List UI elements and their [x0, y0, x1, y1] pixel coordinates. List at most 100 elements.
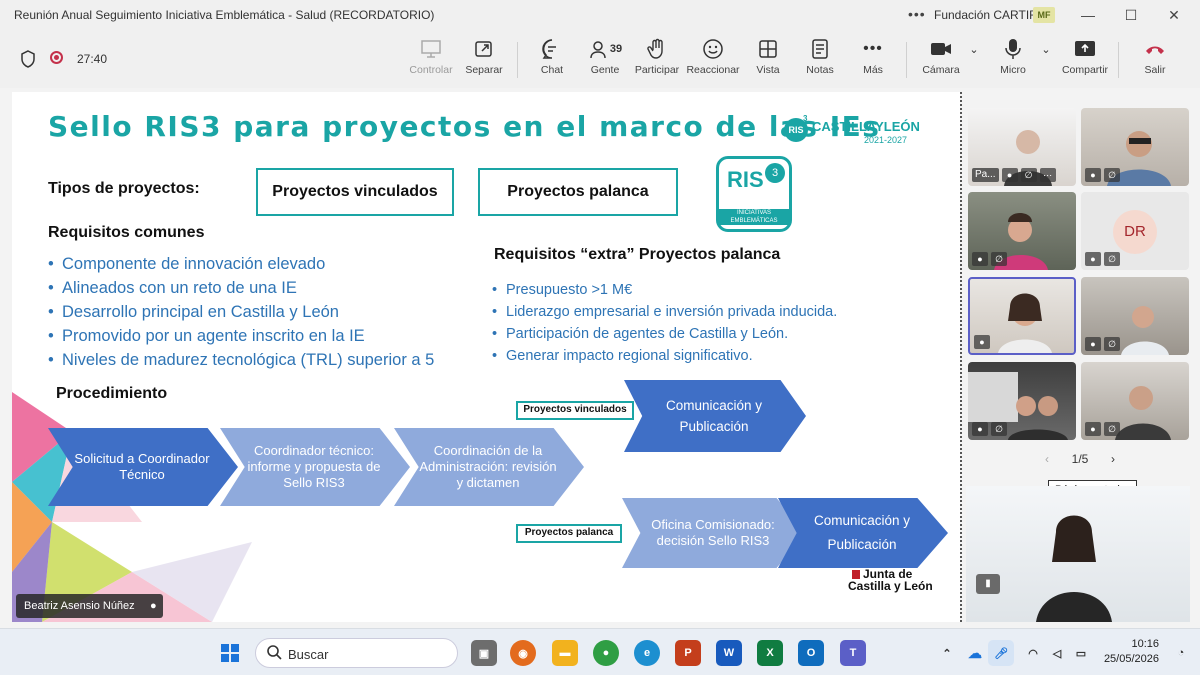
chat-button[interactable]: Chat	[523, 36, 581, 76]
common-requirements-list: Componente de innovación elevado Alinead…	[48, 252, 434, 372]
mic-off-icon: ∅	[1104, 337, 1120, 351]
participant-tile[interactable]: Pa... ● ∅ ⋯	[968, 108, 1076, 186]
participant-tile[interactable]: DR ● ∅	[1081, 192, 1189, 270]
close-icon[interactable]: ✕	[1162, 4, 1186, 26]
list-item: Alineados con un reto de una IE	[48, 276, 434, 300]
step-administration-chevron: Coordinación de la Administración: revis…	[394, 428, 584, 506]
user-avatar[interactable]: MF	[1033, 7, 1055, 23]
wifi-icon[interactable]: ◠	[1020, 640, 1046, 666]
powerpoint-icon[interactable]: P	[675, 640, 701, 666]
file-explorer-icon[interactable]: ▬	[552, 640, 578, 666]
participant-tile[interactable]: ● ∅	[968, 192, 1076, 270]
self-view-person	[1036, 515, 1112, 622]
show-hidden-icons-chevron-icon[interactable]: ⌃	[934, 640, 960, 666]
mic-off-icon: ∅	[1020, 168, 1037, 182]
raise-hand-button[interactable]: Participar	[628, 36, 686, 76]
react-button[interactable]: Reaccionar	[684, 36, 742, 76]
camera-label: Cámara	[922, 64, 960, 76]
more-icon: ⋯	[1039, 168, 1056, 182]
edge-icon[interactable]: e	[634, 640, 660, 666]
participant-tile[interactable]: ● ∅	[1081, 277, 1189, 355]
people-count: 39	[609, 43, 623, 55]
junta-castilla-leon-logo: Junta de Castilla y León	[848, 567, 933, 593]
people-button[interactable]: 39 Gente	[576, 36, 634, 76]
extra-requirements-list: Presupuesto >1 M€ Liderazgo empresarial …	[492, 279, 837, 367]
list-item: Liderazgo empresarial e inversión privad…	[492, 301, 837, 323]
mic-off-icon: ∅	[1104, 168, 1120, 182]
extra-requirements-title: Requisitos “extra” Proyectos palanca	[494, 246, 781, 263]
mic-off-icon: ∅	[1104, 422, 1120, 436]
list-item: Participación de agentes de Castilla y L…	[492, 323, 837, 345]
notes-button[interactable]: Notas	[791, 36, 849, 76]
step-communication-linked-chevron: Comunicación y Publicación	[624, 380, 806, 452]
next-page-icon[interactable]: ›	[1111, 452, 1115, 466]
shield-icon[interactable]	[20, 50, 36, 73]
signal-bars-icon[interactable]: ▮	[976, 574, 1000, 594]
share-button[interactable]: Compartir	[1056, 36, 1114, 76]
presenter-mic-icon: ●	[150, 600, 157, 612]
participant-icon: ●	[972, 252, 988, 266]
participant-icon: ●	[1085, 337, 1101, 351]
organization-name[interactable]: Fundación CARTIF	[934, 8, 1037, 22]
taskbar-search-box[interactable]: Buscar	[255, 638, 458, 668]
common-requirements-title: Requisitos comunes	[48, 224, 205, 241]
popout-icon	[455, 36, 513, 62]
procedure-title: Procedimiento	[56, 385, 168, 402]
participant-tile-active-speaker[interactable]: ●	[968, 277, 1076, 355]
volume-icon[interactable]: ◁	[1044, 640, 1070, 666]
smiley-icon	[684, 36, 742, 62]
self-view-video[interactable]: ▮	[966, 486, 1190, 622]
participant-tile[interactable]: ● ∅	[968, 362, 1076, 440]
meeting-timer: 27:40	[77, 52, 108, 66]
windows-start-icon[interactable]	[217, 640, 243, 666]
search-icon	[266, 644, 282, 665]
search-placeholder: Buscar	[288, 647, 329, 662]
view-button[interactable]: Vista	[739, 36, 797, 76]
more-button[interactable]: ••• Más	[844, 36, 902, 76]
mic-off-icon: ∅	[991, 422, 1007, 436]
step-coordinator-chevron: Coordinador técnico: informe y propuesta…	[220, 428, 410, 506]
leave-button[interactable]: Salir	[1126, 36, 1184, 76]
participant-tile[interactable]: ● ∅	[1081, 108, 1189, 186]
react-label: Reaccionar	[686, 64, 740, 76]
notes-icon	[791, 36, 849, 62]
participant-tile[interactable]: ● ∅	[1081, 362, 1189, 440]
list-item: Desarrollo principal en Castilla y León	[48, 300, 434, 324]
task-view-icon[interactable]: ▣	[471, 640, 497, 666]
coat-of-arms-icon	[852, 570, 860, 579]
mic-off-icon: ∅	[1104, 252, 1120, 266]
participant-name: Pa...	[972, 168, 999, 182]
popout-button[interactable]: Separar	[455, 36, 513, 76]
teams-icon[interactable]: T	[840, 640, 866, 666]
maximize-icon[interactable]: ☐	[1119, 4, 1143, 26]
participant-avatar: DR	[1113, 210, 1157, 254]
outlook-icon[interactable]: O	[798, 640, 824, 666]
list-item: Componente de innovación elevado	[48, 252, 434, 276]
slide-edge	[960, 92, 962, 622]
clock-time: 10:16	[1131, 638, 1159, 650]
people-label: Gente	[590, 64, 620, 76]
minimize-icon[interactable]: —	[1076, 4, 1100, 26]
battery-icon[interactable]: ▭	[1068, 640, 1094, 666]
share-icon	[1056, 36, 1114, 62]
participant-icon: ●	[1085, 168, 1101, 182]
word-icon[interactable]: W	[716, 640, 742, 666]
previous-page-icon[interactable]: ‹	[1045, 452, 1049, 466]
microphone-in-use-icon[interactable]: 🎤︎	[988, 640, 1014, 666]
more-options-icon[interactable]: •••	[908, 6, 926, 22]
notifications-icon[interactable]: ◔	[1168, 640, 1194, 666]
onedrive-icon[interactable]: ☁	[962, 640, 988, 666]
gallery-pager: ‹ 1/5 ›	[1045, 452, 1115, 466]
system-clock[interactable]: 10:16 25/05/2026	[1103, 637, 1159, 667]
people-icon: 39	[576, 36, 634, 62]
clock-date: 25/05/2026	[1103, 653, 1159, 665]
notes-label: Notas	[806, 64, 834, 76]
participant-icon: ●	[972, 422, 988, 436]
project-types-label: Tipos de proyectos:	[48, 180, 200, 197]
excel-icon[interactable]: X	[757, 640, 783, 666]
control-button[interactable]: Controlar	[402, 36, 460, 76]
chrome-icon[interactable]: ●	[593, 640, 619, 666]
firefox-icon[interactable]: ◉	[510, 640, 536, 666]
slide-title: Sello RIS3 para proyectos en el marco de…	[48, 110, 881, 143]
hand-icon	[628, 36, 686, 62]
